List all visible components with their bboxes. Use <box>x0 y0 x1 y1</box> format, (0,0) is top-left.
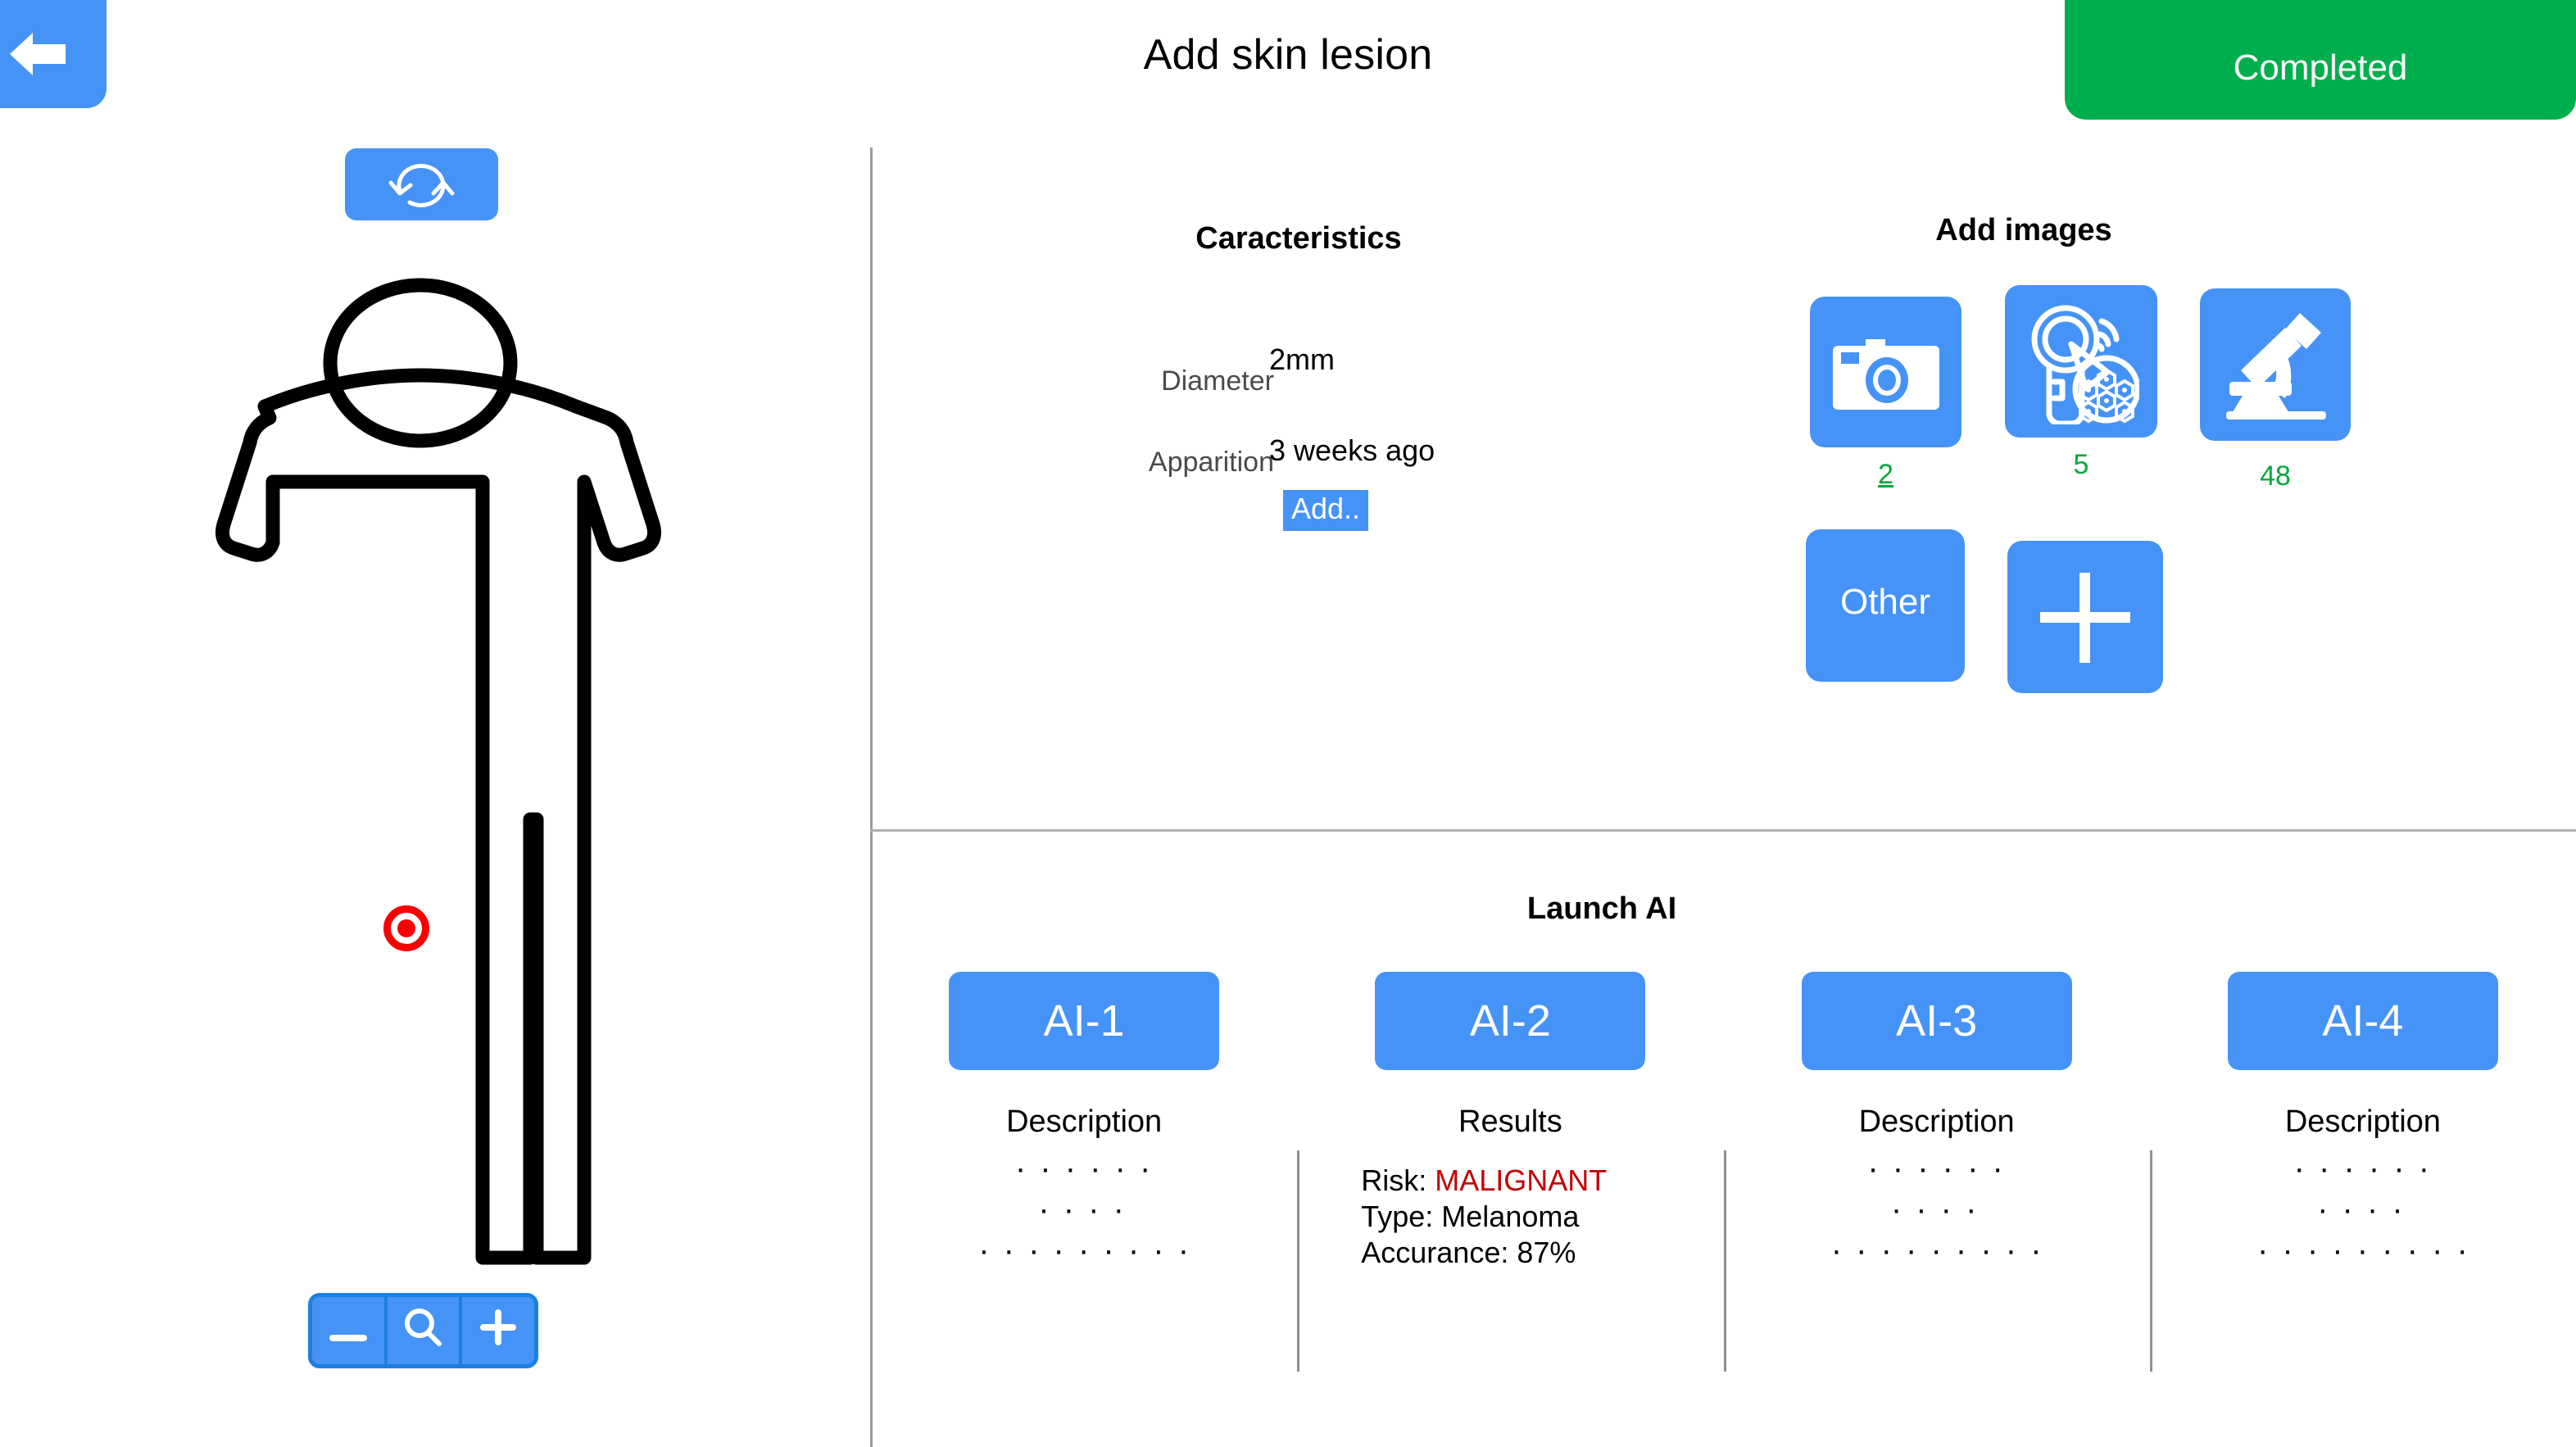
ai-1-subtitle: Description <box>1006 1105 1163 1139</box>
ai-2-results: Risk: MALIGNANT Type: Melanoma Accurance… <box>1297 1163 1723 1271</box>
description-line: · · · · <box>1890 1191 1980 1227</box>
add-dermoscopy-button[interactable] <box>2005 285 2157 438</box>
apparition-label: Apparition <box>1148 447 1274 478</box>
ai-column: AI-4 Description · · · · · · · · · · · ·… <box>2149 967 2576 1409</box>
horizontal-divider <box>870 829 2576 832</box>
histology-count: 48 <box>2260 460 2291 492</box>
ai-column: AI-2 Results Risk: MALIGNANT Type: Melan… <box>1297 967 1723 1409</box>
search-icon <box>402 1306 445 1355</box>
diameter-label: Diameter <box>1161 365 1274 397</box>
ai-3-description: · · · · · · · · · · · · · · · · · · · <box>1724 1148 2150 1271</box>
description-line: · · · · <box>1038 1191 1127 1227</box>
ai-3-subtitle: Description <box>1858 1105 2015 1139</box>
ai-2-subtitle: Results <box>1458 1105 1562 1139</box>
ai-3-button[interactable]: AI-3 <box>1801 972 2072 1070</box>
zoom-in-button[interactable] <box>459 1297 534 1364</box>
ai-column: AI-1 Description · · · · · · · · · · · ·… <box>871 967 1297 1409</box>
description-line: · · · · · · · · · <box>978 1232 1192 1268</box>
ai-4-subtitle: Description <box>2284 1105 2441 1139</box>
ai-4-description: · · · · · · · · · · · · · · · · · · · <box>2150 1148 2576 1271</box>
description-line: · · · · · · <box>2293 1150 2433 1186</box>
other-label: Other <box>1839 582 1931 622</box>
add-other-button[interactable]: Other <box>1806 529 1965 682</box>
rotate-body-button[interactable] <box>345 148 498 220</box>
description-line: · · · · · · · · · <box>1830 1232 2044 1268</box>
completed-label: Completed <box>2233 48 2408 88</box>
lesion-marker[interactable] <box>383 905 429 951</box>
ai-4-button[interactable]: AI-4 <box>2227 972 2498 1070</box>
zoom-controls <box>308 1293 538 1368</box>
zoom-reset-button[interactable] <box>383 1297 460 1364</box>
ai-column: AI-3 Description · · · · · · · · · · · ·… <box>1723 967 2150 1409</box>
minus-icon <box>329 1313 367 1349</box>
add-skin-lesion-screen: Add skin lesion Completed Caracteristics… <box>0 0 2576 1447</box>
ai-columns: AI-1 Description · · · · · · · · · · · ·… <box>871 967 2576 1409</box>
apparition-value: 3 weeks ago <box>1269 433 1435 467</box>
accuracy-line: Accurance: 87% <box>1361 1236 1576 1269</box>
plus-icon <box>480 1309 517 1352</box>
risk-value: MALIGNANT <box>1435 1163 1608 1197</box>
add-new-image-button[interactable] <box>2007 541 2163 693</box>
diameter-value: 2mm <box>1269 342 1335 376</box>
add-photo-button[interactable] <box>1810 297 1961 447</box>
ai-1-button[interactable]: AI-1 <box>949 972 1220 1070</box>
photo-count: 2 <box>1878 459 1893 490</box>
add-histology-button[interactable] <box>2200 288 2351 441</box>
completed-button[interactable]: Completed <box>2065 0 2576 120</box>
launch-ai-heading: Launch AI <box>1526 891 1677 926</box>
description-line: · · · · · · <box>1867 1150 2006 1186</box>
zoom-out-button[interactable] <box>312 1297 384 1364</box>
dermoscopy-count: 5 <box>2073 449 2089 480</box>
ai-2-button[interactable]: AI-2 <box>1375 972 1646 1070</box>
risk-label: Risk: <box>1361 1163 1435 1197</box>
body-figure[interactable] <box>152 254 692 1270</box>
caracteristics-heading: Caracteristics <box>1195 221 1402 256</box>
add-images-heading: Add images <box>1935 213 2112 247</box>
ai-1-description: · · · · · · · · · · · · · · · · · · · <box>871 1148 1297 1271</box>
description-line: · · · · · · <box>1014 1150 1154 1186</box>
add-caracteristic-button[interactable]: Add.. <box>1283 490 1369 531</box>
description-line: · · · · · · · · · <box>2256 1232 2470 1268</box>
type-line: Type: Melanoma <box>1361 1200 1580 1233</box>
description-line: · · · · <box>2317 1191 2406 1227</box>
risk-line: Risk: MALIGNANT <box>1361 1163 1723 1199</box>
